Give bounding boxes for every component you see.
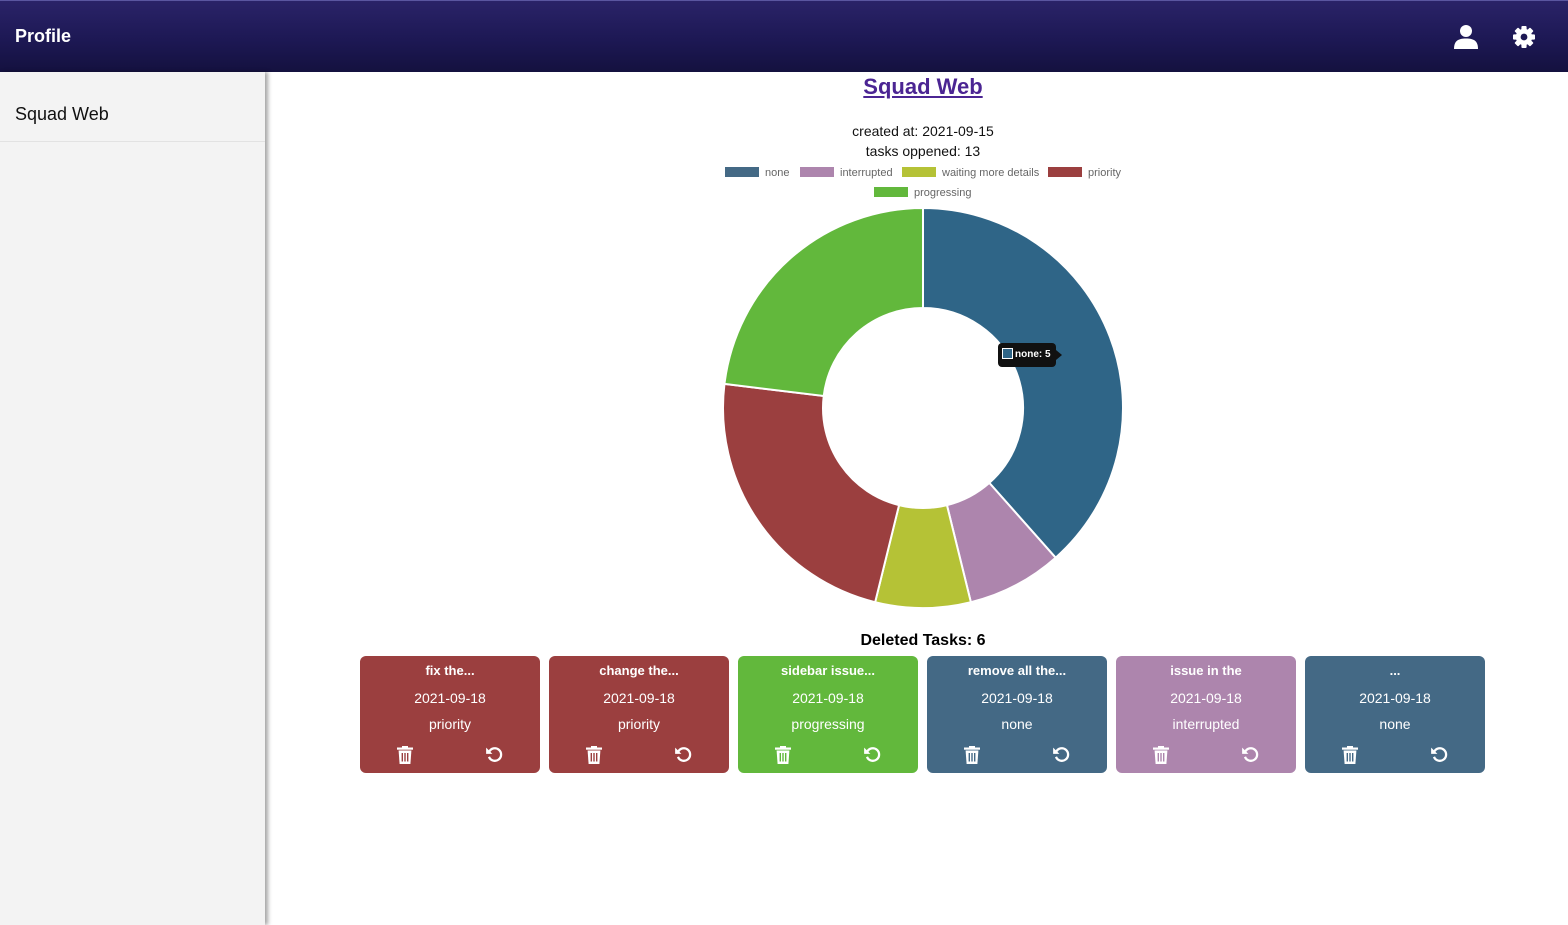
sidebar: Squad Web — [0, 72, 265, 925]
card-status: none — [1001, 716, 1033, 732]
card-title: remove all the... — [967, 663, 1067, 678]
restore-icon[interactable] — [863, 745, 882, 764]
tooltip-swatch — [1002, 348, 1013, 359]
user-icon-svg — [1454, 25, 1478, 49]
trash-icon[interactable] — [964, 746, 980, 764]
deleted-task-card: sidebar issue... 2021-09-18 progressing — [738, 656, 918, 773]
restore-icon[interactable] — [1241, 745, 1260, 764]
tooltip-text: none: 5 — [1015, 349, 1051, 360]
donut-chart — [722, 206, 1124, 609]
deleted-task-card: change the... 2021-09-18 priority — [549, 656, 729, 773]
card-status: none — [1379, 716, 1411, 732]
sidebar-item-squad-web[interactable]: Squad Web — [0, 72, 265, 142]
gear-icon-svg — [1513, 26, 1535, 48]
card-title: fix the... — [425, 663, 475, 678]
deleted-task-cards: fix the... 2021-09-18 priority change th… — [360, 656, 1490, 774]
card-status: priority — [428, 716, 471, 732]
restore-icon[interactable] — [485, 745, 504, 764]
deleted-task-card: fix the... 2021-09-18 priority — [360, 656, 540, 773]
app-title: Profile — [15, 26, 72, 46]
deleted-task-card: remove all the... 2021-09-18 none — [927, 656, 1107, 773]
trash-icon[interactable] — [1342, 746, 1358, 764]
restore-icon[interactable] — [1430, 745, 1449, 764]
card-date: 2021-09-18 — [414, 690, 486, 706]
deleted-tasks-title: Deleted Tasks: 6 — [860, 632, 986, 649]
trash-icon[interactable] — [775, 746, 791, 764]
user-icon[interactable] — [1452, 23, 1480, 51]
card-date: 2021-09-18 — [792, 690, 864, 706]
sidebar-item-label: Squad Web — [15, 104, 109, 124]
card-date: 2021-09-18 — [981, 690, 1053, 706]
restore-icon[interactable] — [1052, 745, 1071, 764]
trash-icon[interactable] — [397, 746, 413, 764]
gear-icon[interactable] — [1510, 23, 1538, 51]
deleted-task-card: issue in the 2021-09-18 interrupted — [1116, 656, 1296, 773]
deleted-task-card: ... 2021-09-18 none — [1305, 656, 1485, 773]
card-status: interrupted — [1172, 716, 1240, 732]
trash-icon[interactable] — [586, 746, 602, 764]
donut-slice-priority[interactable] — [722, 382, 901, 604]
chart-tooltip: none: 5 — [998, 343, 1062, 367]
card-status: priority — [617, 716, 660, 732]
restore-icon[interactable] — [674, 745, 693, 764]
main-content: Squad Web created at: 2021-09-15 tasks o… — [268, 72, 1568, 925]
card-title: sidebar issue... — [781, 663, 875, 678]
card-date: 2021-09-18 — [603, 690, 675, 706]
card-title: change the... — [599, 663, 679, 678]
card-status: progressing — [791, 716, 865, 732]
card-title: ... — [1389, 663, 1401, 678]
trash-icon[interactable] — [1153, 746, 1169, 764]
top-app-bar: Profile — [0, 0, 1568, 72]
donut-slice-progressing[interactable] — [723, 206, 924, 398]
card-date: 2021-09-18 — [1359, 690, 1431, 706]
card-date: 2021-09-18 — [1170, 690, 1242, 706]
card-title: issue in the — [1170, 663, 1242, 678]
